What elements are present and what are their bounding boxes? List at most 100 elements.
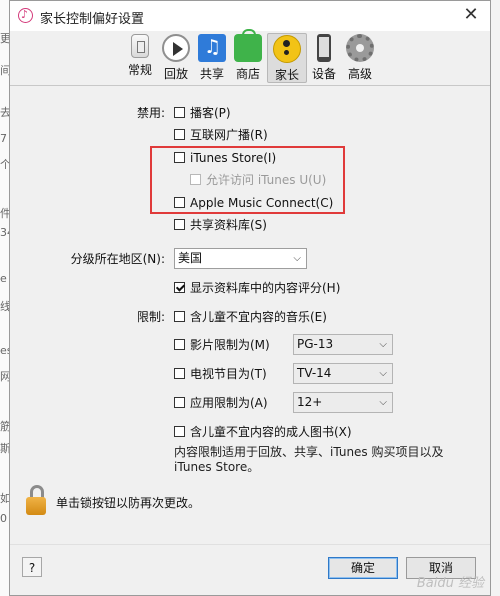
- parental-icon: [273, 35, 301, 63]
- explicit-music-checkbox[interactable]: 含儿童不宜内容的音乐(E): [174, 308, 327, 326]
- tab-label: 回放: [163, 67, 188, 81]
- close-button[interactable]: ✕: [460, 4, 482, 26]
- checkbox-box: [190, 174, 201, 185]
- apps-limit-checkbox[interactable]: 应用限制为(A): [174, 394, 268, 412]
- watermark: Baidu 经验: [416, 576, 484, 591]
- itunes-store-checkbox[interactable]: iTunes Store(I): [174, 149, 276, 167]
- background-text: 更: [0, 32, 9, 45]
- checkbox-box[interactable]: [174, 152, 185, 163]
- podcasts-checkbox[interactable]: 播客(P): [174, 104, 231, 122]
- movies-rating-value: PG-13: [297, 337, 334, 351]
- tab-playback[interactable]: 回放: [156, 33, 196, 83]
- checkbox-box[interactable]: [174, 129, 185, 140]
- parental-settings-panel: 禁用: 播客(P) 互联网广播(R) iTunes Store(I) 允许访问 …: [10, 86, 490, 546]
- dialog-footer: ? 确定 取消 Baidu 经验: [10, 544, 490, 595]
- checkbox-box[interactable]: [174, 339, 185, 350]
- background-text: 筋: [0, 420, 9, 433]
- preferences-toolbar: 常规 回放 共享 商店 家长 设备 高级: [10, 29, 490, 86]
- restriction-note-line2: iTunes Store。: [174, 460, 260, 474]
- tab-advanced[interactable]: 高级: [340, 33, 380, 83]
- checkbox-box[interactable]: [174, 219, 185, 230]
- background-text: 间: [0, 64, 9, 77]
- title-bar: 家长控制偏好设置 ✕: [10, 1, 490, 31]
- background-text: 如: [0, 492, 9, 505]
- background-text: e: [0, 272, 7, 285]
- background-app-right-strip: [490, 0, 500, 596]
- checkbox-box[interactable]: [174, 426, 185, 437]
- tab-general[interactable]: 常规: [120, 33, 160, 83]
- tab-parental[interactable]: 家长: [267, 33, 307, 83]
- checkbox-box[interactable]: [174, 397, 185, 408]
- checkbox-box[interactable]: [174, 107, 185, 118]
- lock-body: [26, 497, 46, 515]
- chevron-down-icon: ⌵: [379, 368, 387, 379]
- checkbox-box[interactable]: [174, 197, 185, 208]
- store-icon: [234, 29, 262, 62]
- parental-preferences-dialog: 家长控制偏好设置 ✕ 常规 回放 共享 商店 家长 设备 高: [9, 0, 491, 596]
- region-value: 美国: [178, 251, 203, 265]
- itunes-u-checkbox: 允许访问 iTunes U(U): [190, 171, 326, 189]
- window-title: 家长控制偏好设置: [40, 12, 145, 27]
- movies-rating-select[interactable]: PG-13 ⌵: [293, 334, 393, 355]
- tab-devices[interactable]: 设备: [304, 33, 344, 83]
- disable-label: 禁用:: [136, 106, 165, 120]
- background-text: 个: [0, 158, 9, 171]
- checkbox-label: 显示资料库中的内容评分(H): [190, 281, 341, 295]
- devices-icon: [317, 34, 331, 62]
- tab-label: 高级: [347, 67, 372, 81]
- movies-limit-checkbox[interactable]: 影片限制为(M): [174, 336, 270, 354]
- checkbox-box[interactable]: [174, 368, 185, 379]
- tv-limit-checkbox[interactable]: 电视节目为(T): [174, 365, 267, 383]
- tab-store[interactable]: 商店: [228, 29, 268, 83]
- checkbox-label: 播客(P): [190, 106, 231, 120]
- ok-button[interactable]: 确定: [328, 557, 398, 579]
- checkbox-box[interactable]: [174, 282, 185, 293]
- general-icon: [131, 34, 149, 58]
- chevron-down-icon: ⌵: [379, 397, 387, 408]
- background-text: 斯: [0, 442, 9, 455]
- checkbox-label: Apple Music Connect(C): [190, 196, 334, 210]
- playback-icon: [162, 34, 190, 62]
- tab-sharing[interactable]: 共享: [192, 33, 232, 83]
- tv-rating-value: TV-14: [297, 366, 332, 380]
- region-select[interactable]: 美国 ⌵: [174, 248, 307, 269]
- background-text: es: [0, 344, 9, 357]
- apple-music-connect-checkbox[interactable]: Apple Music Connect(C): [174, 194, 333, 212]
- tab-label: 常规: [127, 63, 152, 77]
- internet-radio-checkbox[interactable]: 互联网广播(R): [174, 126, 268, 144]
- restrict-label: 限制:: [136, 310, 165, 324]
- explicit-books-checkbox[interactable]: 含儿童不宜内容的成人图书(X): [174, 423, 352, 441]
- apps-rating-value: 12+: [297, 395, 323, 409]
- checkbox-box[interactable]: [174, 311, 185, 322]
- chevron-down-icon: ⌵: [379, 339, 387, 350]
- checkbox-label: 共享资料库(S): [190, 218, 267, 232]
- shared-library-checkbox[interactable]: 共享资料库(S): [174, 216, 267, 234]
- checkbox-label: 允许访问 iTunes U(U): [206, 173, 327, 187]
- checkbox-label: 电视节目为(T): [190, 367, 267, 381]
- advanced-icon: [346, 34, 374, 62]
- tv-rating-select[interactable]: TV-14 ⌵: [293, 363, 393, 384]
- lock-hint-text: 单击锁按钮以防再次更改。: [56, 496, 201, 510]
- tab-label: 商店: [235, 67, 260, 81]
- checkbox-label: 含儿童不宜内容的成人图书(X): [190, 425, 352, 439]
- background-text: 7: [0, 132, 7, 145]
- background-text: 网: [0, 370, 9, 383]
- checkbox-label: 含儿童不宜内容的音乐(E): [190, 310, 327, 324]
- checkbox-label: 影片限制为(M): [190, 338, 270, 352]
- background-text: 34: [0, 226, 9, 239]
- region-label: 分级所在地区(N):: [70, 252, 165, 266]
- checkbox-label: 应用限制为(A): [190, 396, 268, 410]
- checkbox-label: iTunes Store(I): [190, 151, 277, 165]
- apps-rating-select[interactable]: 12+ ⌵: [293, 392, 393, 413]
- background-text: 0: [0, 512, 7, 525]
- tab-label: 设备: [311, 67, 336, 81]
- sharing-icon: [198, 34, 226, 62]
- tab-label: 共享: [199, 67, 224, 81]
- help-button[interactable]: ?: [22, 557, 42, 577]
- checkbox-label: 互联网广播(R): [190, 128, 268, 142]
- lock-icon[interactable]: [26, 485, 46, 515]
- show-ratings-checkbox[interactable]: 显示资料库中的内容评分(H): [174, 279, 340, 297]
- background-text: 线: [0, 300, 9, 313]
- tab-label: 家长: [274, 68, 299, 82]
- background-text: 去: [0, 106, 9, 119]
